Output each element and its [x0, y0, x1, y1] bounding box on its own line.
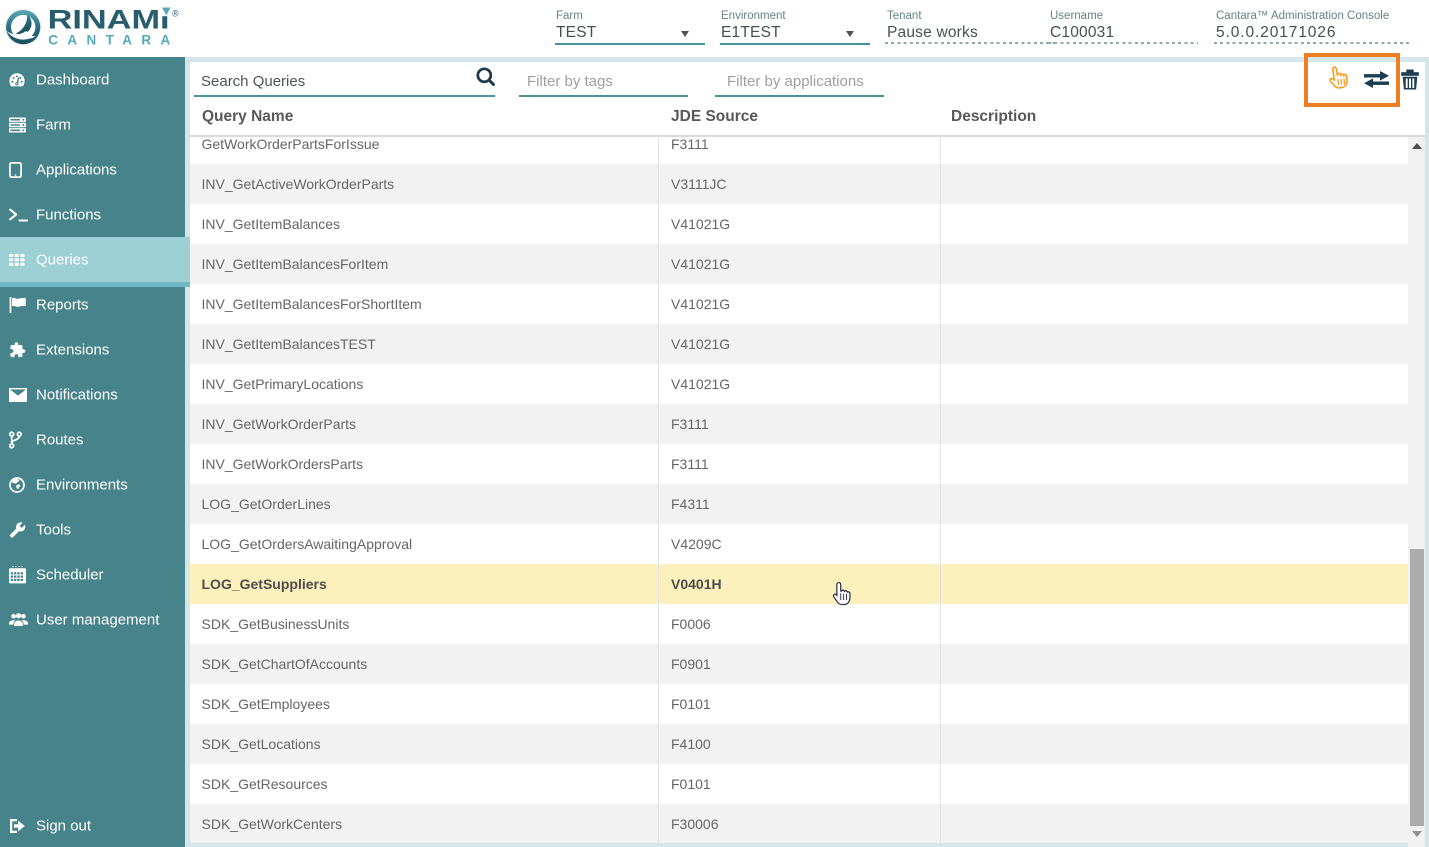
svg-text:®: ®: [172, 9, 179, 19]
svg-text:RINAMI: RINAMI: [48, 4, 170, 34]
svg-text:CANTARA: CANTARA: [48, 33, 170, 48]
